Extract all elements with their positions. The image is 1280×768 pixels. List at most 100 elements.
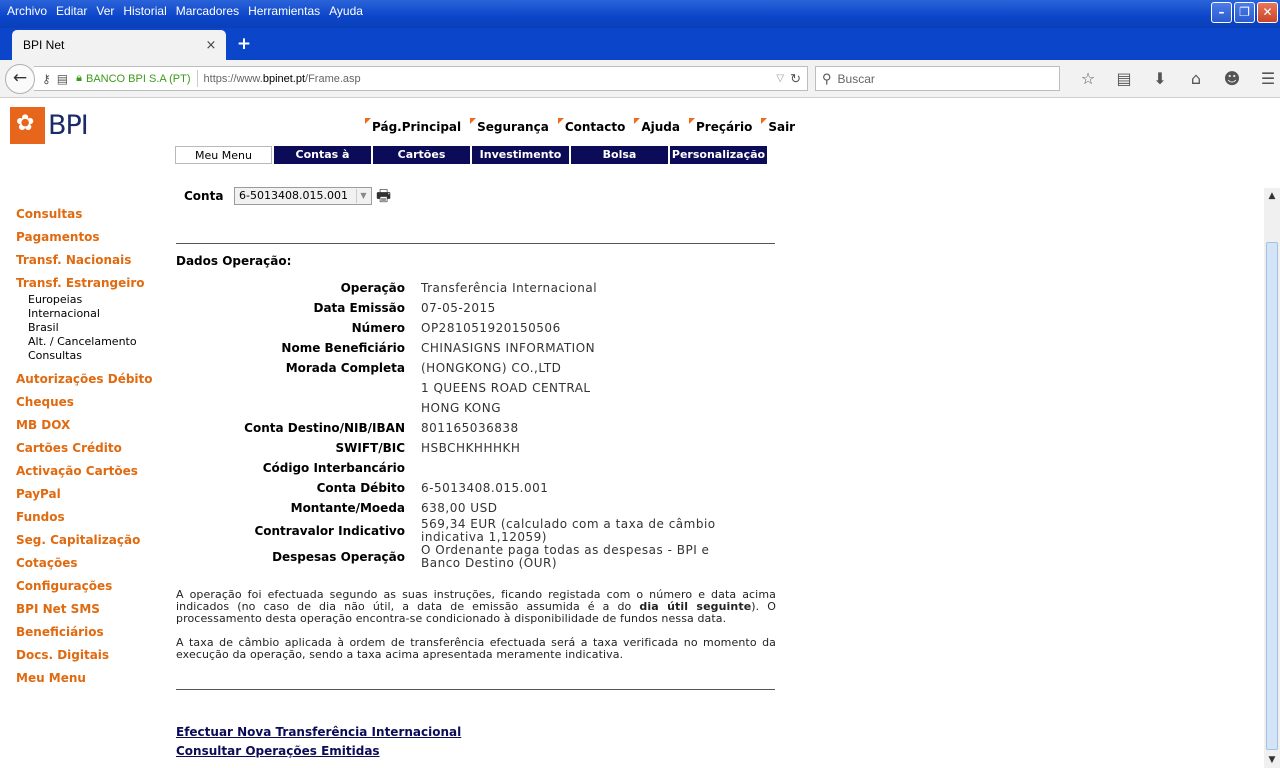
back-button[interactable]: ←	[5, 64, 35, 94]
link-precario[interactable]: Preçário	[688, 118, 752, 134]
detail-label: Montante/Moeda	[290, 501, 405, 515]
link-contacto[interactable]: Contacto	[557, 118, 625, 134]
new-international-transfer-link[interactable]: Efectuar Nova Transferência Internaciona…	[176, 725, 461, 739]
bpi-logo[interactable]: ✿ BPI	[10, 107, 89, 144]
sidebar-item-fundos[interactable]: Fundos	[16, 510, 153, 533]
tab-bpi-net[interactable]: BPI Net ×	[12, 30, 226, 60]
detail-value: OP281051920150506	[421, 320, 561, 335]
link-pagina-principal[interactable]: Pág.Principal	[364, 118, 461, 134]
hello-icon[interactable]: ☻	[1214, 68, 1250, 90]
menu-ayuda[interactable]: Ayuda	[326, 4, 369, 18]
sidebar-subitems: Europeias Internacional Brasil Alt. / Ca…	[16, 293, 153, 363]
tab-bolsa[interactable]: Bolsa	[571, 146, 668, 164]
sidebar-item-autorizacoes-debito[interactable]: Autorizações Débito	[16, 372, 153, 395]
detail-value: HSBCHKHHHKH	[421, 440, 521, 455]
download-icon[interactable]: ⬇	[1142, 68, 1178, 90]
menu-editar[interactable]: Editar	[53, 4, 93, 18]
detail-row: Morada Completa (HONGKONG) CO.,LTD	[176, 358, 776, 378]
detail-label: Operação	[340, 281, 405, 295]
lock-icon: 🔒︎	[76, 72, 82, 84]
sidebar-item-mb-dox[interactable]: MB DOX	[16, 418, 153, 441]
issued-operations-link[interactable]: Consultar Operações Emitidas	[176, 744, 380, 758]
close-window-button[interactable]: ✕	[1257, 2, 1278, 23]
detail-value: 801165036838	[421, 420, 519, 435]
sidebar-subitem-consultas[interactable]: Consultas	[16, 349, 153, 363]
sidebar-item-transf-nacionais[interactable]: Transf. Nacionais	[16, 253, 153, 276]
navigation-toolbar: ⚷ ▤ 🔒︎ BANCO BPI S.A (PT) https://www.bp…	[0, 60, 1280, 98]
menu-icon[interactable]: ☰	[1250, 68, 1280, 90]
detail-label: Conta Destino/NIB/IBAN	[244, 421, 405, 435]
detail-label: Número	[351, 321, 405, 335]
sidebar-subitem-internacional[interactable]: Internacional	[16, 307, 153, 321]
star-icon[interactable]: ☆	[1070, 68, 1106, 90]
sidebar-subitem-alt-cancelamento[interactable]: Alt. / Cancelamento	[16, 335, 153, 349]
detail-label: Código Interbancário	[262, 461, 405, 475]
tab-meu-menu[interactable]: Meu Menu	[175, 146, 272, 164]
detail-value: 6-5013408.015.001	[421, 480, 549, 495]
menu-historial[interactable]: Historial	[120, 4, 172, 18]
menu-archivo[interactable]: Archivo	[4, 4, 53, 18]
site-identity[interactable]: BANCO BPI S.A (PT)	[86, 73, 191, 85]
detail-value: O Ordenante paga todas as despesas - BPI…	[421, 543, 710, 570]
reading-list-icon[interactable]: ▤	[1106, 68, 1142, 90]
sidebar-item-cotacoes[interactable]: Cotações	[16, 556, 153, 579]
info-note-registration: A operação foi efectuada segundo as suas…	[176, 589, 776, 625]
tab-title: BPI Net	[23, 38, 65, 52]
reload-icon[interactable]: ↻	[790, 71, 801, 87]
minimize-button[interactable]: –	[1211, 2, 1232, 23]
home-icon[interactable]: ⌂	[1178, 68, 1214, 90]
link-seguranca[interactable]: Segurança	[470, 118, 549, 134]
sidebar-item-docs-digitais[interactable]: Docs. Digitais	[16, 648, 153, 671]
tab-cartoes[interactable]: Cartões	[373, 146, 470, 164]
sidebar-subitem-brasil[interactable]: Brasil	[16, 321, 153, 335]
conta-selector-row: Conta 6-5013408.015.001 ▼	[184, 187, 372, 205]
tab-personalizacao[interactable]: Personalização	[670, 146, 767, 164]
sidebar-item-paypal[interactable]: PayPal	[16, 487, 153, 510]
conta-label: Conta	[184, 189, 224, 203]
sidebar-item-pagamentos[interactable]: Pagamentos	[16, 230, 153, 253]
sidebar-subitem-europeias[interactable]: Europeias	[16, 293, 153, 307]
detail-row: Conta Débito 6-5013408.015.001	[176, 478, 776, 498]
url-text[interactable]: https://www.bpinet.pt/Frame.asp	[204, 73, 777, 85]
sidebar-item-consultas[interactable]: Consultas	[16, 207, 153, 230]
page-scrollbar[interactable]: ▲ ▼	[1264, 188, 1280, 768]
sidebar-item-seg-capitalizacao[interactable]: Seg. Capitalização	[16, 533, 153, 556]
sidebar-item-bpi-net-sms[interactable]: BPI Net SMS	[16, 602, 153, 625]
url-dropdown-icon[interactable]: ▽	[776, 73, 784, 84]
search-bar[interactable]: ⚲ Buscar	[815, 66, 1060, 91]
detail-row: 1 QUEENS ROAD CENTRAL	[176, 378, 776, 398]
sidebar-item-cartoes-credito[interactable]: Cartões Crédito	[16, 441, 153, 464]
sidebar-item-cheques[interactable]: Cheques	[16, 395, 153, 418]
tab-investimento[interactable]: Investimento	[472, 146, 569, 164]
link-sair[interactable]: Sair	[761, 118, 795, 134]
new-tab-button[interactable]: +	[234, 34, 254, 54]
extension-icon: ▤	[56, 71, 69, 86]
detail-row: SWIFT/BIC HSBCHKHHHKH	[176, 438, 776, 458]
conta-select[interactable]: 6-5013408.015.001 ▼	[234, 187, 372, 205]
detail-row: Operação Transferência Internacional	[176, 278, 776, 298]
sidebar-item-activacao-cartoes[interactable]: Activação Cartões	[16, 464, 153, 487]
sidebar-item-beneficiarios[interactable]: Beneficiários	[16, 625, 153, 648]
tab-contas-a-ordem[interactable]: Contas à Ordem	[274, 146, 371, 179]
scroll-up-icon[interactable]: ▲	[1264, 188, 1280, 204]
toolbar-icons: ☆ ▤ ⬇ ⌂ ☻ ☰	[1070, 68, 1280, 90]
printer-icon[interactable]: 🖶	[376, 185, 391, 212]
url-bar[interactable]: ⚷ ▤ 🔒︎ BANCO BPI S.A (PT) https://www.bp…	[34, 66, 808, 91]
detail-value: HONG KONG	[421, 400, 501, 415]
back-arrow-icon: ←	[12, 68, 28, 88]
menu-herramientas[interactable]: Herramientas	[245, 4, 326, 18]
sidebar-item-configuracoes[interactable]: Configurações	[16, 579, 153, 602]
detail-value: Transferência Internacional	[421, 280, 598, 295]
menu-marcadores[interactable]: Marcadores	[173, 4, 245, 18]
menu-ver[interactable]: Ver	[93, 4, 120, 18]
scrollbar-thumb[interactable]	[1266, 242, 1278, 750]
sidebar-item-meu-menu[interactable]: Meu Menu	[16, 671, 153, 694]
url-path: /Frame.asp	[305, 72, 361, 85]
maximize-button[interactable]: ❐	[1234, 2, 1255, 23]
logo-mark-icon: ✿	[10, 107, 45, 144]
scroll-down-icon[interactable]: ▼	[1264, 752, 1280, 768]
search-icon: ⚲	[822, 70, 832, 86]
tab-close-icon[interactable]: ×	[202, 38, 220, 53]
chevron-down-icon: ▼	[356, 189, 370, 203]
link-ajuda[interactable]: Ajuda	[634, 118, 680, 134]
